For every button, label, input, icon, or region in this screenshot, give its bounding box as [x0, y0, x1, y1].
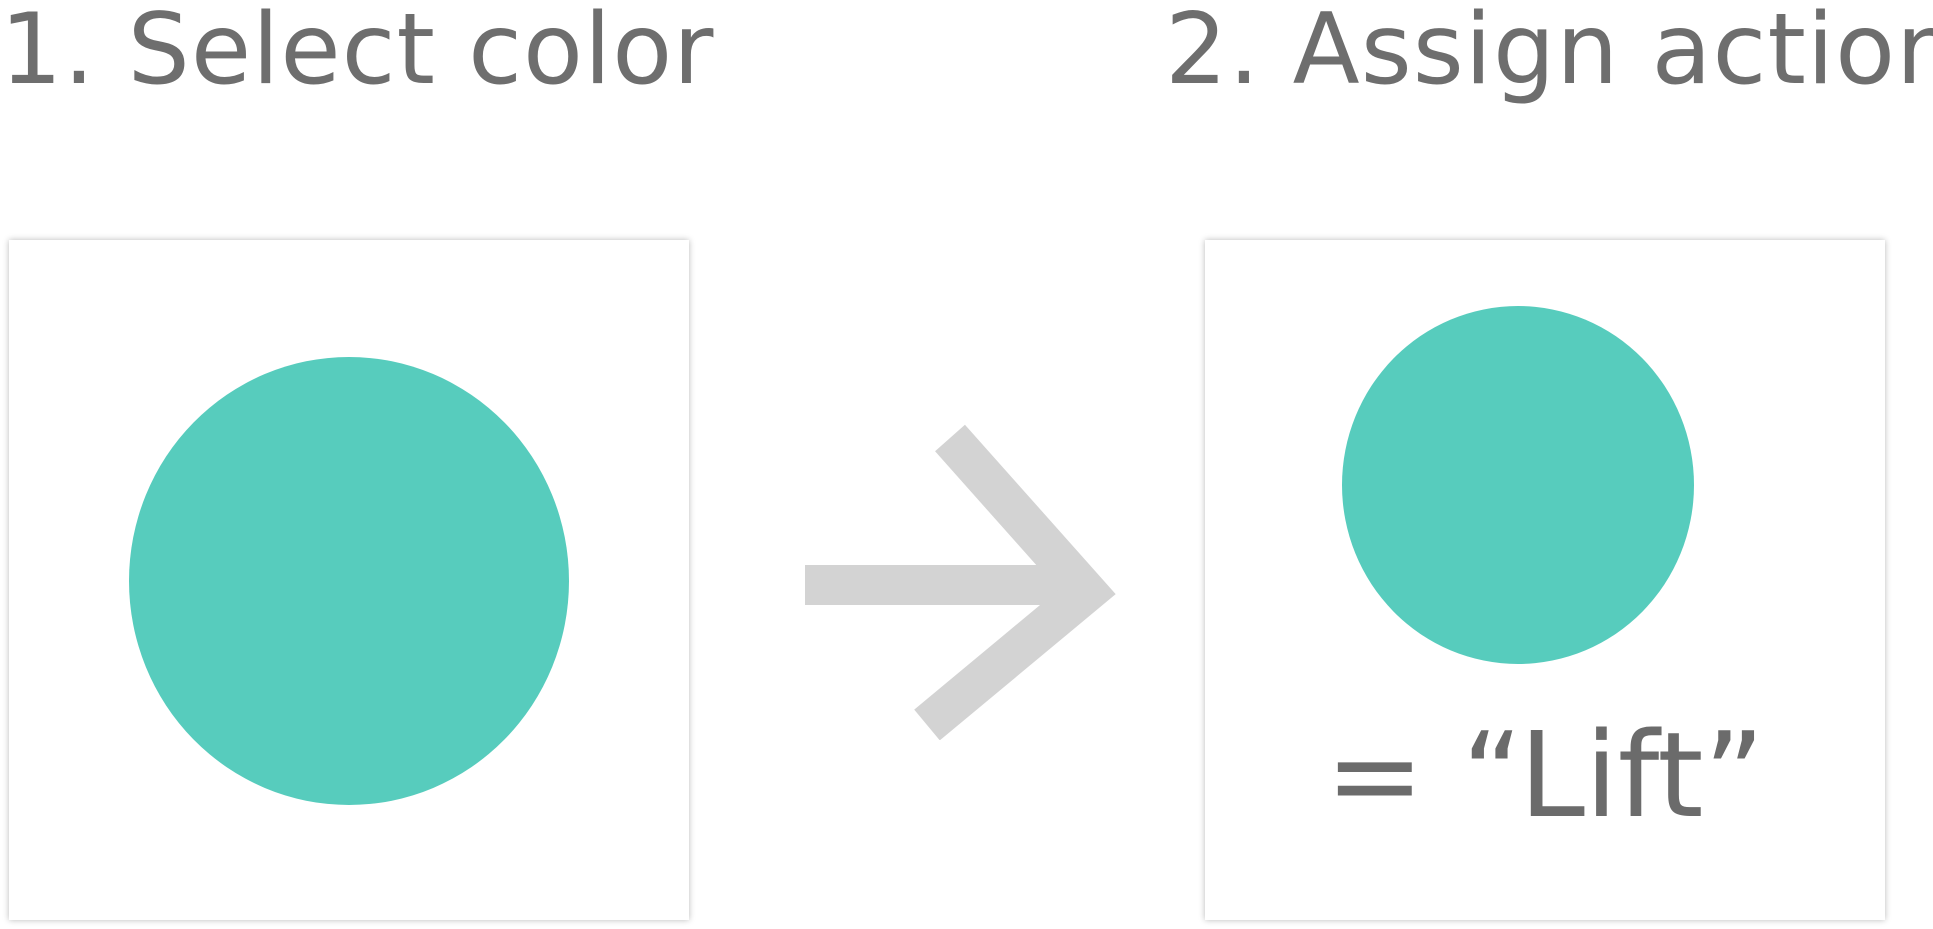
select-color-panel	[9, 240, 689, 920]
action-label: = “Lift”	[1325, 706, 1765, 844]
step2-title: 2. Assign action	[1165, 0, 1933, 107]
assign-action-panel: = “Lift”	[1205, 240, 1885, 920]
step1-title: 1. Select color	[0, 0, 715, 107]
right-arrow-icon	[805, 424, 1116, 740]
selected-color-swatch[interactable]	[129, 357, 569, 805]
assigned-color-swatch	[1342, 306, 1694, 664]
